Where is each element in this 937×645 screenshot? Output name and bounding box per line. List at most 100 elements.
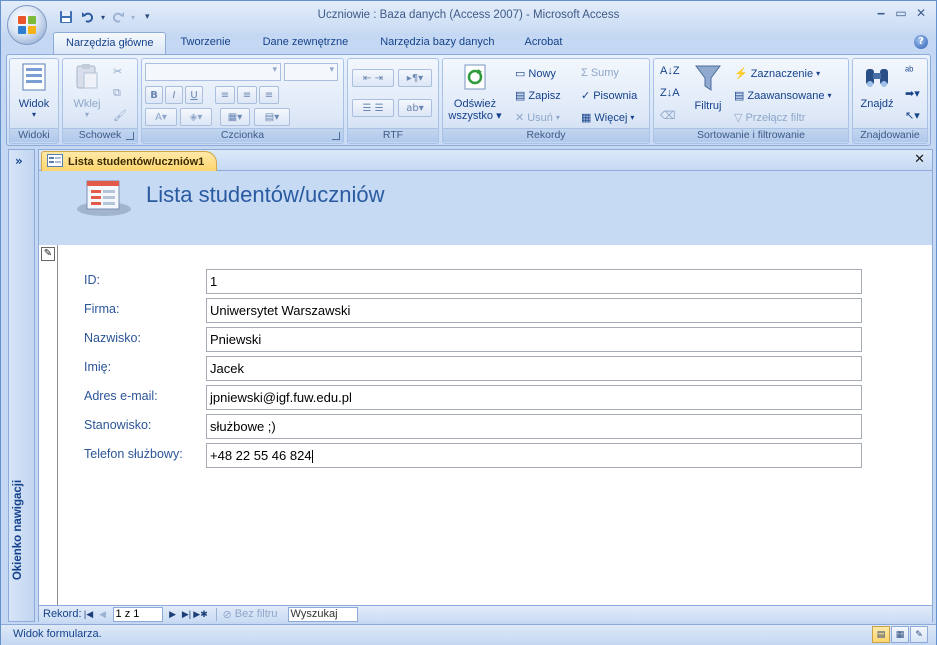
- selection-icon: ⚡: [734, 68, 748, 80]
- underline-button[interactable]: U: [185, 86, 203, 104]
- cut-icon[interactable]: ✂: [113, 65, 122, 78]
- toggle-filter-label: Przełącz filtr: [745, 111, 806, 124]
- document-tab[interactable]: Lista studentów/uczniów1: [41, 151, 217, 171]
- form-view-icon[interactable]: ▤: [872, 626, 890, 643]
- close-icon[interactable]: ✕: [914, 6, 928, 20]
- paste-button[interactable]: Wklej ▾: [67, 63, 107, 119]
- new-record-nav-icon[interactable]: ▶✱: [193, 609, 207, 620]
- selection-dropdown-icon: ▾: [816, 69, 821, 78]
- replace-icon[interactable]: ᵃᵇ: [905, 65, 913, 77]
- field-label-telefon: Telefon służbowy:: [84, 447, 183, 461]
- maximize-icon[interactable]: ▭: [894, 6, 908, 20]
- spelling-icon: ✓: [581, 90, 591, 102]
- current-record-field[interactable]: 1 z 1: [112, 606, 163, 622]
- align-center-icon[interactable]: ≡: [237, 86, 257, 104]
- tab-acrobat[interactable]: Acrobat: [513, 32, 575, 54]
- paragraph-icon[interactable]: ▸¶▾: [398, 69, 432, 87]
- navigation-pane-label[interactable]: Okienko nawigacji: [12, 450, 24, 610]
- copy-icon[interactable]: ⧉: [113, 87, 121, 100]
- gridlines-icon[interactable]: ▦▾: [220, 108, 250, 126]
- filter-button[interactable]: Filtruj: [688, 63, 728, 112]
- toggle-filter-icon: ▽: [734, 112, 743, 124]
- group-widoki: Widok ▾ Widoki: [9, 58, 59, 144]
- field-nazwisko[interactable]: Pniewski: [206, 327, 862, 352]
- spelling-button[interactable]: ✓ Pisownia: [581, 89, 637, 103]
- field-email[interactable]: jpniewski@igf.fuw.edu.pl: [206, 385, 862, 410]
- close-document-icon[interactable]: ✕: [914, 152, 925, 167]
- totals-button[interactable]: Σ Sumy: [581, 67, 619, 79]
- field-label-nazwisko: Nazwisko:: [84, 331, 141, 345]
- field-id[interactable]: 1: [206, 269, 862, 294]
- pencil-edit-icon: ✎: [41, 247, 55, 261]
- italic-button[interactable]: I: [165, 86, 183, 104]
- field-firma[interactable]: Uniwersytet Warszawski: [206, 298, 862, 323]
- new-record-label: Nowy: [528, 67, 556, 80]
- clear-sort-icon[interactable]: ⌫: [660, 109, 676, 122]
- layout-view-icon[interactable]: ▦: [891, 626, 909, 643]
- previous-record-icon[interactable]: ◀: [96, 609, 110, 620]
- field-telefon-value: +48 22 55 46 824: [210, 448, 312, 463]
- font-color-icon[interactable]: A▾: [145, 108, 177, 126]
- fill-color-icon[interactable]: ◈▾: [180, 108, 212, 126]
- schowek-launcher-icon[interactable]: [126, 132, 134, 140]
- paste-icon: [67, 63, 107, 94]
- delete-record-button[interactable]: ✕ Usuń ▾: [515, 111, 560, 125]
- sort-ascending-icon[interactable]: A↓Z: [660, 65, 680, 77]
- group-czcionka: B I U ≡ ≡ ≡ A▾ ◈▾ ▦▾ ▤▾ Czcionka: [141, 58, 344, 144]
- format-painter-icon[interactable]: 🖌: [113, 109, 127, 122]
- record-selector[interactable]: ✎: [39, 245, 58, 605]
- next-record-icon[interactable]: ▶: [166, 609, 180, 620]
- tab-dane-zewnetrzne[interactable]: Dane zewnętrzne: [251, 32, 361, 54]
- view-button[interactable]: Widok ▾: [13, 63, 55, 119]
- last-record-icon[interactable]: ▶|: [180, 609, 194, 620]
- navigation-pane[interactable]: » Okienko nawigacji: [8, 149, 35, 622]
- filter-label: Filtruj: [694, 100, 722, 112]
- totals-label: Sumy: [590, 67, 619, 79]
- tab-narzedzia-bazy-danych[interactable]: Narzędzia bazy danych: [368, 32, 506, 54]
- highlight-icon[interactable]: ab▾: [398, 99, 432, 117]
- group-label-czcionka: Czcionka: [142, 128, 343, 142]
- save-record-button[interactable]: ▤ Zapisz: [515, 89, 561, 103]
- indent-icons[interactable]: ⇤ ⇥: [352, 69, 394, 87]
- refresh-all-button[interactable]: Odśwież wszystko ▾: [445, 63, 505, 123]
- find-button[interactable]: Znajdź: [855, 63, 899, 110]
- font-size-combo[interactable]: [284, 63, 338, 81]
- toggle-filter-button[interactable]: ▽ Przełącz filtr: [734, 111, 806, 125]
- font-name-combo[interactable]: [145, 63, 281, 81]
- minimize-icon[interactable]: ‒: [874, 6, 888, 20]
- status-bar: Widok formularza. ▤ ▦ ✎: [1, 624, 936, 645]
- first-record-icon[interactable]: |◀: [82, 609, 96, 620]
- czcionka-launcher-icon[interactable]: [332, 132, 340, 140]
- form-header: Lista studentów/uczniów: [39, 171, 932, 245]
- text-cursor: [311, 450, 313, 464]
- field-stanowisko[interactable]: służbowe ;): [206, 414, 862, 439]
- new-record-button[interactable]: ▭ Nowy: [515, 67, 556, 81]
- view-dropdown-icon: ▾: [31, 110, 36, 119]
- save-record-label: Zapisz: [528, 89, 561, 102]
- design-view-icon[interactable]: ✎: [910, 626, 928, 643]
- advanced-dropdown-icon: ▾: [827, 91, 832, 100]
- office-button[interactable]: [7, 5, 47, 45]
- go-to-icon[interactable]: ➡▾: [905, 87, 920, 100]
- nav-pane-toggle-icon[interactable]: »: [15, 154, 23, 168]
- alternate-fill-icon[interactable]: ▤▾: [254, 108, 290, 126]
- group-label-rtf: RTF: [348, 128, 438, 142]
- align-right-icon[interactable]: ≡: [259, 86, 279, 104]
- field-telefon[interactable]: +48 22 55 46 824: [206, 443, 862, 468]
- advanced-button[interactable]: ▤ Zaawansowane ▾: [734, 89, 832, 103]
- select-icon[interactable]: ↖▾: [905, 109, 920, 122]
- sort-descending-icon[interactable]: Z↓A: [660, 87, 680, 99]
- align-left-icon[interactable]: ≡: [215, 86, 235, 104]
- selection-button[interactable]: ⚡ Zaznaczenie ▾: [734, 67, 821, 81]
- help-icon[interactable]: ?: [914, 35, 928, 49]
- filter-status[interactable]: ⊘ Bez filtru: [215, 607, 278, 621]
- field-imie[interactable]: Jacek: [206, 356, 862, 381]
- tab-tworzenie[interactable]: Tworzenie: [168, 32, 242, 54]
- tab-narzedzia-glowne[interactable]: Narzędzia główne: [53, 32, 167, 54]
- more-button[interactable]: ▦ Więcej ▾: [581, 111, 634, 125]
- view-button-label: Widok: [18, 98, 50, 110]
- document-tab-label: Lista studentów/uczniów1: [68, 155, 205, 168]
- bold-button[interactable]: B: [145, 86, 163, 104]
- search-input[interactable]: Wyszukaj: [287, 606, 358, 622]
- list-icons[interactable]: ☰ ☰: [352, 99, 394, 117]
